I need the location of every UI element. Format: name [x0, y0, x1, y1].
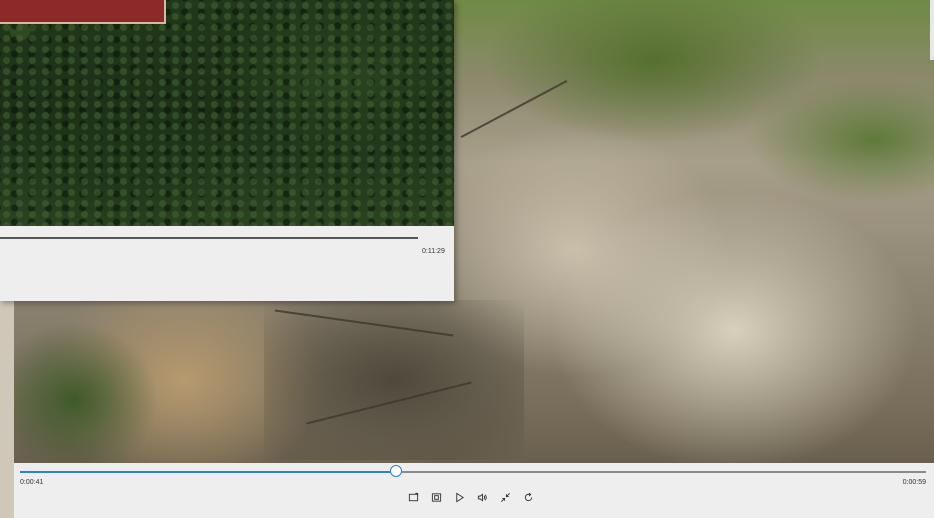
volume-button[interactable] [475, 490, 490, 505]
play-icon [456, 492, 465, 503]
seek-progress [20, 471, 396, 473]
cliff-shadow [264, 300, 524, 460]
playback-controls-front: 0:11:29 [0, 226, 454, 301]
miniplayer-button[interactable] [429, 490, 444, 505]
title-overlay-box [0, 0, 166, 24]
control-buttons [406, 490, 536, 506]
seek-thumb[interactable] [389, 465, 402, 477]
play-button[interactable] [452, 490, 467, 505]
exit-fullscreen-button[interactable] [498, 490, 513, 505]
cast-icon [408, 492, 419, 502]
forest-canopy [0, 0, 454, 226]
elapsed-time: 0:00:41 [20, 479, 44, 486]
miniplayer-icon [431, 493, 442, 502]
seek-bar[interactable] [20, 465, 926, 477]
video-player-window-front[interactable]: 0:11:29 [0, 0, 454, 301]
cliff-walkway [460, 79, 568, 139]
repeat-button[interactable] [521, 490, 536, 505]
video-frame-forest[interactable] [0, 0, 454, 226]
seek-bar-front[interactable] [0, 237, 418, 239]
window-scrollbar[interactable] [930, 0, 934, 60]
repeat-icon [524, 492, 533, 502]
volume-icon [477, 493, 487, 502]
playback-controls: 0:00:41 0:00:59 [14, 463, 934, 518]
cast-button[interactable] [406, 490, 421, 505]
collapse-icon [501, 493, 510, 502]
total-duration-front: 0:11:29 [422, 248, 445, 255]
total-duration: 0:00:59 [902, 479, 926, 486]
